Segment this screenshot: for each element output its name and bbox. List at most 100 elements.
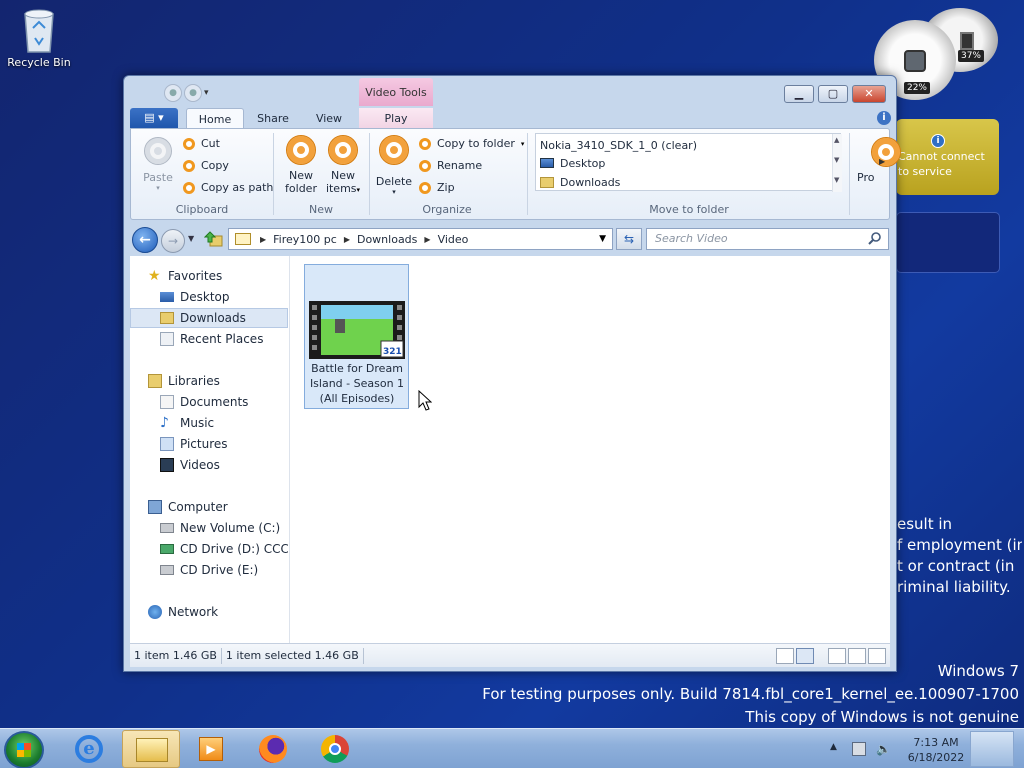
tab-home[interactable]: Home bbox=[186, 108, 244, 129]
back-button[interactable]: ← bbox=[132, 227, 158, 253]
weather-gadget[interactable]: i Cannot connect to service bbox=[896, 119, 999, 195]
blank-gadget[interactable] bbox=[896, 212, 1000, 273]
address-dropdown-icon[interactable]: ▼ bbox=[599, 234, 606, 244]
new-items-button[interactable]: New items▾ bbox=[323, 135, 363, 197]
address-bar[interactable]: ▶ Firey100 pc ▶ Downloads ▶ Video ▼ bbox=[228, 228, 613, 250]
memory-percent: 37% bbox=[958, 50, 984, 62]
gallery-down-icon[interactable]: ▼ bbox=[834, 156, 839, 164]
gallery-up-icon[interactable]: ▲ bbox=[834, 136, 839, 144]
ribbon-scroll-right-icon[interactable]: ▶ bbox=[879, 157, 885, 166]
file-menu-button[interactable]: ▤ ▾ bbox=[130, 108, 178, 128]
nav-favorites[interactable]: ★ Favorites bbox=[130, 266, 288, 286]
breadcrumb-arrow-icon[interactable]: ▶ bbox=[421, 235, 433, 244]
gallery-expand-icon[interactable]: ▼ bbox=[834, 176, 839, 184]
watermark-windows-7: Windows 7 bbox=[937, 662, 1019, 680]
breadcrumb-firey100-pc[interactable]: Firey100 pc bbox=[269, 233, 341, 246]
nav-item-videos[interactable]: Videos bbox=[130, 455, 288, 475]
file-list-pane[interactable]: 321 Battle for Dream Island - Season 1 (… bbox=[290, 256, 890, 643]
qat-customize-icon[interactable]: ▾ bbox=[204, 88, 209, 98]
copy-as-path-button[interactable]: Copy as path bbox=[183, 181, 273, 194]
minimize-button[interactable]: ▁ bbox=[784, 85, 814, 103]
tab-share[interactable]: Share bbox=[248, 108, 298, 129]
zip-button[interactable]: Zip bbox=[419, 181, 455, 194]
nav-network-label: Network bbox=[168, 605, 219, 619]
search-input[interactable]: Search Video bbox=[646, 228, 889, 250]
help-icon[interactable]: i bbox=[877, 111, 891, 125]
move-to-folder-gallery[interactable]: Nokia_3410_SDK_1_0 (clear) Desktop Downl… bbox=[535, 133, 842, 192]
delete-icon bbox=[379, 135, 409, 165]
volume-muted-icon[interactable]: 🔈 bbox=[876, 742, 891, 756]
breadcrumb-downloads[interactable]: Downloads bbox=[353, 233, 421, 246]
navigation-pane-icon[interactable] bbox=[868, 647, 886, 664]
title-bar[interactable]: ● ● ▾ Video Tools ▁ ▢ ✕ bbox=[124, 76, 896, 108]
details-view-icon[interactable] bbox=[776, 647, 794, 664]
breadcrumb-video[interactable]: Video bbox=[434, 233, 473, 246]
file-name: Battle for Dream Island - Season 1 (All … bbox=[307, 361, 407, 406]
nav-item-drive-e[interactable]: CD Drive (E:) bbox=[130, 560, 288, 580]
move-to-item[interactable]: Nokia_3410_SDK_1_0 (clear) bbox=[540, 136, 697, 154]
nav-computer[interactable]: Computer bbox=[130, 497, 288, 517]
move-to-item[interactable]: Desktop bbox=[540, 154, 605, 172]
network-tray-icon[interactable] bbox=[852, 742, 866, 756]
nav-item-drive-c[interactable]: New Volume (C:) bbox=[130, 518, 288, 538]
nav-network[interactable]: Network bbox=[130, 602, 288, 622]
copy-to-folder-button[interactable]: Copy to folder ▾ bbox=[419, 137, 524, 150]
gadget-error-line2: to service bbox=[898, 165, 952, 178]
gallery-scrollbar[interactable]: ▲ ▼ ▼ bbox=[832, 134, 842, 192]
refresh-button[interactable]: ⇆ bbox=[616, 228, 642, 250]
taskbar-windows-explorer[interactable] bbox=[122, 730, 180, 768]
tray-clock[interactable]: 7:13 AM 6/18/2022 bbox=[898, 735, 974, 765]
info-icon: i bbox=[931, 134, 945, 148]
qat-properties-button[interactable]: ● bbox=[164, 84, 182, 102]
taskbar-chrome[interactable] bbox=[306, 730, 364, 768]
new-folder-button[interactable]: New folder bbox=[281, 135, 321, 195]
nav-item-downloads[interactable]: Downloads bbox=[130, 308, 288, 328]
cut-button[interactable]: Cut bbox=[183, 137, 220, 150]
nav-item-desktop[interactable]: Desktop bbox=[130, 287, 288, 307]
rename-button[interactable]: Rename bbox=[419, 159, 482, 172]
nav-item-drive-d[interactable]: CD Drive (D:) CCCOI bbox=[130, 539, 288, 559]
internet-explorer-icon: e bbox=[75, 735, 103, 763]
downloads-folder-icon bbox=[160, 312, 174, 324]
nav-libraries[interactable]: Libraries bbox=[130, 371, 288, 391]
nav-item-recent-places[interactable]: Recent Places bbox=[130, 329, 288, 349]
qat-new-folder-button[interactable]: ● bbox=[184, 84, 202, 102]
nav-item-music[interactable]: ♪ Music bbox=[130, 413, 288, 433]
taskbar-media-player[interactable]: ▶ bbox=[182, 730, 240, 768]
delete-button[interactable]: Delete ▾ bbox=[375, 135, 413, 196]
move-to-item[interactable]: Downloads bbox=[540, 173, 620, 191]
close-button[interactable]: ✕ bbox=[852, 85, 886, 103]
copy-label: Copy bbox=[201, 159, 229, 172]
nav-libraries-label: Libraries bbox=[168, 374, 220, 388]
details-pane-icon[interactable] bbox=[848, 647, 866, 664]
taskbar: e ▶ ▲ 🔈 7:13 AM 6/18/2022 bbox=[0, 728, 1024, 768]
preview-pane-icon[interactable] bbox=[828, 647, 846, 664]
cut-icon bbox=[183, 137, 195, 150]
recycle-bin-shortcut[interactable]: Recycle Bin bbox=[6, 6, 72, 69]
recent-locations-icon[interactable]: ▼ bbox=[188, 234, 194, 243]
breadcrumb-arrow-icon[interactable]: ▶ bbox=[341, 235, 353, 244]
tab-view[interactable]: View bbox=[302, 108, 356, 129]
nav-item-pictures[interactable]: Pictures bbox=[130, 434, 288, 454]
forward-button[interactable]: → bbox=[161, 229, 185, 253]
search-icon[interactable] bbox=[868, 231, 882, 245]
quick-access-toolbar: ● ● ▾ bbox=[164, 84, 209, 102]
start-button[interactable] bbox=[4, 731, 44, 768]
large-icons-view-icon[interactable] bbox=[796, 647, 814, 664]
libraries-icon bbox=[148, 374, 162, 388]
breadcrumb-arrow-icon[interactable]: ▶ bbox=[257, 235, 269, 244]
nav-item-documents[interactable]: Documents bbox=[130, 392, 288, 412]
new-items-label-2: items bbox=[325, 182, 357, 195]
watermark-genuine: This copy of Windows is not genuine bbox=[745, 708, 1019, 726]
tab-play[interactable]: Play bbox=[359, 108, 433, 129]
copy-button[interactable]: Copy bbox=[183, 159, 229, 172]
paste-button[interactable]: Paste ▾ bbox=[139, 137, 177, 192]
taskbar-firefox[interactable] bbox=[244, 730, 302, 768]
up-button[interactable] bbox=[203, 230, 224, 248]
view-toggle-group bbox=[776, 647, 890, 664]
show-desktop-button[interactable] bbox=[970, 731, 1014, 767]
file-item[interactable]: 321 Battle for Dream Island - Season 1 (… bbox=[304, 264, 409, 409]
show-hidden-icons-icon[interactable]: ▲ bbox=[830, 742, 837, 752]
taskbar-internet-explorer[interactable]: e bbox=[60, 730, 118, 768]
maximize-button[interactable]: ▢ bbox=[818, 85, 848, 103]
